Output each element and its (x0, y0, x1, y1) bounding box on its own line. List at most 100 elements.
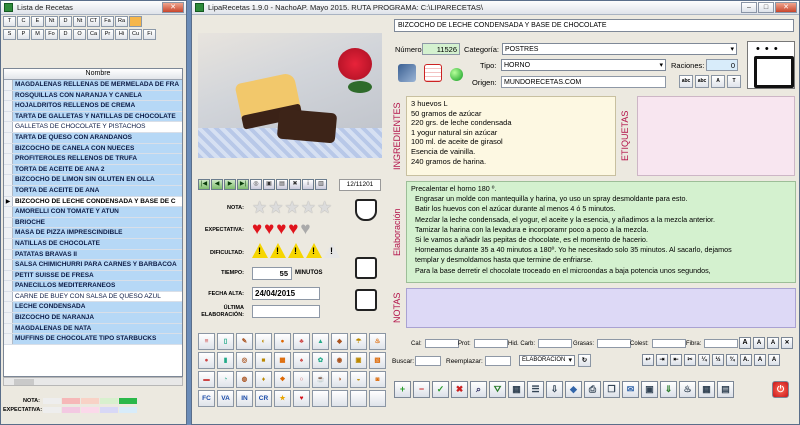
schedule-icon[interactable] (424, 64, 442, 82)
cal-input[interactable] (424, 339, 459, 348)
filter-button[interactable]: Nt (73, 16, 86, 27)
bread-icon[interactable]: ✎ (236, 333, 253, 350)
filter-button[interactable]: Pr (101, 29, 114, 40)
tag-button[interactable]: ◆ (565, 381, 582, 398)
fibra-field[interactable]: Fibra: (686, 339, 739, 348)
fish-icon[interactable]: ◆ (331, 333, 348, 350)
format-button[interactable]: ↩ (642, 354, 654, 366)
list-button[interactable]: ☰ (527, 381, 544, 398)
egg-icon[interactable]: ● (198, 352, 215, 369)
filter-button[interactable]: Nt (45, 16, 58, 27)
warning-icon[interactable] (324, 243, 340, 258)
format-button[interactable]: ¾ (726, 354, 738, 366)
dessert-icon[interactable]: ❖ (274, 371, 291, 388)
table-row[interactable]: BIZCOCHO DE LIMON SIN GLUTEN EN OLLA (4, 175, 182, 186)
table-row[interactable]: TORTA DE ACEITE DE ANA (4, 185, 182, 197)
last-record-button[interactable]: ▶| (237, 179, 249, 190)
filter-button[interactable]: Hi (115, 29, 128, 40)
cookie-icon[interactable]: ◑ (331, 371, 348, 388)
colest-input[interactable] (651, 339, 686, 348)
cake-icon[interactable]: ◐ (255, 333, 272, 350)
glass-icon[interactable]: ▧ (369, 352, 386, 369)
text-case-icon[interactable]: A (711, 75, 725, 88)
filter-button[interactable]: D (59, 16, 72, 27)
warning-icon[interactable] (252, 243, 268, 258)
filter-button[interactable]: M (31, 29, 44, 40)
format-button[interactable]: A (754, 354, 766, 366)
close-button[interactable]: ✕ (162, 1, 184, 13)
star-icon[interactable]: ★ (274, 390, 291, 407)
mail-button[interactable]: ✉ (622, 381, 639, 398)
font-small-button[interactable]: A (753, 337, 765, 349)
categoria-select[interactable]: POSTRES (502, 43, 737, 55)
table-row[interactable]: BRIOCHE (4, 217, 182, 229)
filter-button[interactable]: P (17, 29, 30, 40)
filter-button[interactable]: Fi (143, 29, 156, 40)
cr-icon[interactable]: CR (255, 390, 272, 407)
table-row[interactable]: BIZCOCHO DE CANELA CON NUECES (4, 143, 182, 155)
confirm-button[interactable]: ✓ (432, 381, 449, 398)
filter-button[interactable]: Fo (45, 29, 58, 40)
power-off-button[interactable]: ⏻ (772, 381, 789, 398)
heart-icon[interactable]: ♥ (276, 220, 286, 237)
table-row[interactable]: MAGDALENAS DE NATA (4, 323, 182, 335)
salad-icon[interactable]: ▯ (217, 333, 234, 350)
table-row[interactable]: NATILLAS DE CHOCOLATE (4, 238, 182, 250)
etiquetas-text[interactable] (637, 96, 795, 176)
recipe-title-input[interactable]: BIZCOCHO DE LECHE CONDENSADA Y BASE DE C… (394, 19, 794, 32)
tiempo-input[interactable]: 55 (252, 267, 292, 280)
prot-input[interactable] (473, 339, 508, 348)
warning-icon[interactable] (306, 243, 322, 258)
table-row[interactable]: CARNE DE BUEY CON SALSA DE QUESO AZUL (4, 291, 182, 303)
column-header-nombre[interactable]: Nombre (4, 69, 182, 80)
photo-camera-icon[interactable]: ◎ (250, 179, 262, 190)
photo-zoom-icon[interactable]: ▥ (315, 179, 327, 190)
calendar-button[interactable]: ▦ (698, 381, 715, 398)
filter-button[interactable]: Fa (101, 16, 114, 27)
heart-icon[interactable]: ♥ (288, 220, 298, 237)
next-record-button[interactable]: ▶ (224, 179, 236, 190)
raciones-input[interactable]: 0 (706, 59, 738, 71)
add-button[interactable]: + (394, 381, 411, 398)
fibra-input[interactable] (704, 339, 739, 348)
difficulty-warnings[interactable] (252, 243, 340, 258)
va-icon[interactable]: VA (217, 390, 234, 407)
prot-field[interactable]: Prot: (458, 339, 508, 348)
photo-info-icon[interactable]: i (302, 179, 314, 190)
fecha-alta-input[interactable]: 24/04/2015 (252, 287, 320, 300)
table-row[interactable]: HOJALDRITOS RELLENOS DE CREMA (4, 101, 182, 112)
device-icon[interactable] (355, 289, 377, 311)
colest-field[interactable]: Colest: (630, 339, 686, 348)
search-button[interactable]: ⌕ (470, 381, 487, 398)
filter-button[interactable]: Ra (115, 16, 128, 27)
clear-button[interactable]: ✕ (781, 337, 793, 349)
dish-icon[interactable]: ◙ (369, 371, 386, 388)
replace-icon[interactable]: ↻ (578, 354, 591, 367)
minimize-button[interactable]: – (741, 1, 757, 13)
origen-input[interactable]: MUNDORECETAS.COM (501, 76, 666, 88)
notas-text[interactable] (406, 288, 796, 328)
meat-icon[interactable]: ♣ (293, 333, 310, 350)
maximize-button[interactable]: □ (758, 1, 774, 13)
photo-paste-icon[interactable]: ▤ (276, 179, 288, 190)
star-icon[interactable]: ★ (252, 199, 267, 216)
blank-icon[interactable] (369, 390, 386, 407)
filter-button[interactable]: Cu (129, 29, 142, 40)
format-button[interactable]: ¼ (698, 354, 710, 366)
filter-button[interactable]: Ca (87, 29, 100, 40)
cheese-icon[interactable]: ■ (255, 352, 272, 369)
expectation-hearts[interactable]: ♥ ♥ ♥ ♥ ♥ (252, 220, 310, 237)
oven-icon[interactable] (747, 41, 795, 89)
grill-icon[interactable]: ▬ (198, 371, 215, 388)
recipe-photo[interactable] (198, 33, 382, 158)
coffee-icon[interactable]: ☕ (312, 371, 329, 388)
table-row[interactable]: MUFFINS DE CHOCOLATE TIPO STARBUCKS (4, 334, 182, 345)
format-button[interactable]: ⇥ (656, 354, 668, 366)
photo-delete-icon[interactable]: ✖ (289, 179, 301, 190)
fruit-icon[interactable]: ◔ (217, 371, 234, 388)
filter-button[interactable]: D (59, 29, 72, 40)
filter-button[interactable]: CT (87, 16, 100, 27)
buscar-input[interactable] (415, 356, 441, 366)
hid-input[interactable] (538, 339, 573, 348)
soup-icon[interactable]: ▣ (350, 352, 367, 369)
